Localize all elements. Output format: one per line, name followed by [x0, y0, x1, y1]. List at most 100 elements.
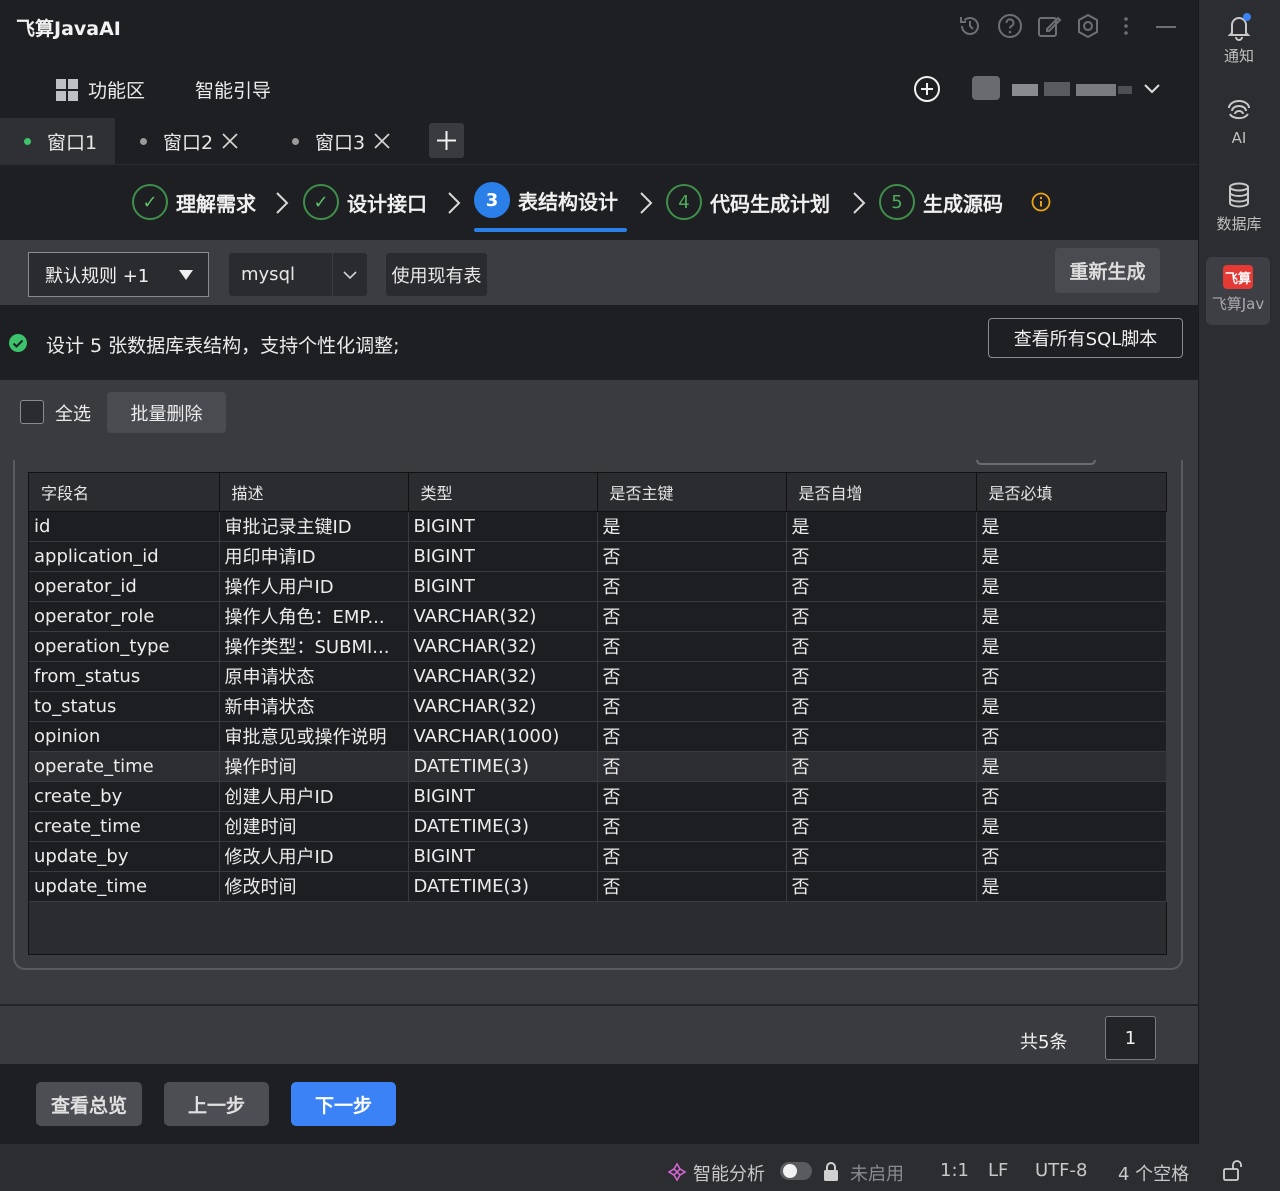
step-design-interface[interactable]: ✓ 设计接口 — [303, 182, 427, 222]
table-cell[interactable]: VARCHAR(32) — [408, 661, 598, 692]
table-cell[interactable]: 修改人用户ID — [219, 841, 409, 872]
table-cell[interactable]: 否 — [597, 751, 787, 782]
table-row[interactable]: application_id 用印申请ID BIGINT 否否是 — [29, 541, 1167, 572]
table-cell[interactable]: 否 — [597, 631, 787, 662]
regenerate-button[interactable]: 重新生成 — [1055, 248, 1160, 293]
column-header[interactable]: 类型 — [408, 473, 598, 512]
table-cell[interactable]: 否 — [976, 721, 1167, 752]
add-circle-icon[interactable] — [912, 74, 942, 104]
column-header[interactable]: 是否必填 — [976, 473, 1167, 512]
table-cell[interactable]: 否 — [976, 841, 1167, 872]
table-cell[interactable]: BIGINT — [408, 781, 598, 812]
minimize-icon[interactable] — [1154, 12, 1182, 40]
table-row[interactable]: create_by 创建人用户ID BIGINT 否否否 — [29, 781, 1167, 812]
table-cell[interactable]: 否 — [597, 601, 787, 632]
table-cell[interactable]: 用印申请ID — [219, 541, 409, 572]
table-cell[interactable]: to_status — [29, 691, 220, 722]
table-cell[interactable]: 否 — [786, 661, 977, 692]
sidebar-item-notify[interactable]: 通知 — [1198, 12, 1280, 66]
table-cell[interactable]: 否 — [597, 841, 787, 872]
table-cell[interactable]: operator_id — [29, 571, 220, 602]
table-cell[interactable]: 否 — [786, 721, 977, 752]
table-cell[interactable]: 是 — [786, 511, 977, 542]
toggle-switch[interactable] — [779, 1160, 813, 1182]
table-cell[interactable]: create_time — [29, 811, 220, 842]
table-cell[interactable]: update_by — [29, 841, 220, 872]
table-cell[interactable]: VARCHAR(32) — [408, 691, 598, 722]
table-cell[interactable]: VARCHAR(1000) — [408, 721, 598, 752]
table-cell[interactable]: BIGINT — [408, 571, 598, 602]
sidebar-item-database[interactable]: 数据库 — [1198, 180, 1280, 234]
table-cell[interactable]: 否 — [597, 781, 787, 812]
step-table-structure-design[interactable]: 3 表结构设计 — [474, 180, 618, 220]
table-row[interactable]: create_time 创建时间 DATETIME(3) 否否是 — [29, 811, 1167, 842]
table-cell[interactable]: 否 — [597, 721, 787, 752]
table-cell[interactable]: 否 — [597, 871, 787, 902]
table-cell[interactable]: 否 — [976, 781, 1167, 812]
table-cell[interactable]: 否 — [597, 541, 787, 572]
table-row[interactable]: operator_role 操作人角色：EMP... VARCHAR(32) 否否是 — [29, 601, 1167, 632]
column-header[interactable]: 是否主键 — [597, 473, 787, 512]
next-step-button[interactable]: 下一步 — [291, 1082, 396, 1126]
smart-guide-button[interactable]: 智能引导 — [195, 76, 271, 103]
table-cell[interactable]: 否 — [786, 631, 977, 662]
table-cell[interactable]: from_status — [29, 661, 220, 692]
table-row[interactable]: opinion 审批意见或操作说明 VARCHAR(1000) 否否否 — [29, 721, 1167, 752]
edit-icon[interactable] — [1035, 12, 1063, 40]
table-cell[interactable]: 否 — [976, 661, 1167, 692]
table-cell[interactable]: id — [29, 511, 220, 542]
table-cell[interactable]: 操作人角色：EMP... — [219, 601, 409, 632]
use-existing-table-button[interactable]: 使用现有表 — [386, 253, 487, 296]
table-cell[interactable]: 是 — [976, 511, 1167, 542]
table-cell[interactable]: create_by — [29, 781, 220, 812]
table-cell[interactable]: 操作时间 — [219, 751, 409, 782]
table-row[interactable]: to_status 新申请状态 VARCHAR(32) 否否是 — [29, 691, 1167, 722]
page-number-input[interactable]: 1 — [1105, 1016, 1156, 1060]
user-account-blurred[interactable] — [972, 76, 1134, 100]
table-cell[interactable]: 是 — [976, 571, 1167, 602]
batch-delete-button[interactable]: 批量删除 — [107, 392, 226, 433]
table-cell[interactable]: 新申请状态 — [219, 691, 409, 722]
table-cell[interactable]: BIGINT — [408, 511, 598, 542]
table-cell[interactable]: 否 — [786, 841, 977, 872]
table-cell[interactable]: 否 — [786, 601, 977, 632]
column-header[interactable]: 字段名 — [29, 473, 220, 512]
table-row[interactable]: operate_time 操作时间 DATETIME(3) 否否是 — [29, 751, 1167, 782]
table-cell[interactable]: 否 — [786, 751, 977, 782]
cursor-position[interactable]: 1:1 — [940, 1160, 969, 1181]
history-icon[interactable] — [956, 12, 984, 40]
table-cell[interactable]: 是 — [976, 871, 1167, 902]
table-cell[interactable]: operation_type — [29, 631, 220, 662]
table-cell[interactable]: 创建人用户ID — [219, 781, 409, 812]
table-cell[interactable]: 审批记录主键ID — [219, 511, 409, 542]
column-header[interactable]: 是否自增 — [786, 473, 977, 512]
table-cell[interactable]: 否 — [597, 661, 787, 692]
sidebar-item-ai[interactable]: AI — [1198, 96, 1280, 147]
add-tab-button[interactable] — [429, 123, 464, 158]
more-icon[interactable] — [1116, 12, 1144, 40]
file-encoding[interactable]: UTF-8 — [1035, 1160, 1087, 1181]
table-cell[interactable]: 创建时间 — [219, 811, 409, 842]
step-code-generation-plan[interactable]: 4 代码生成计划 — [666, 182, 830, 222]
table-cell[interactable]: 是 — [976, 541, 1167, 572]
table-cell[interactable]: 否 — [786, 811, 977, 842]
table-cell[interactable]: 操作人用户ID — [219, 571, 409, 602]
table-cell[interactable]: BIGINT — [408, 541, 598, 572]
table-cell[interactable]: DATETIME(3) — [408, 751, 598, 782]
rule-select[interactable]: 默认规则 +1 — [28, 252, 209, 297]
table-cell[interactable]: 操作类型：SUBMI... — [219, 631, 409, 662]
close-icon[interactable] — [221, 132, 239, 150]
info-icon[interactable] — [1031, 192, 1051, 212]
table-cell[interactable]: DATETIME(3) — [408, 871, 598, 902]
table-row[interactable]: id 审批记录主键ID BIGINT 是是是 — [29, 511, 1167, 542]
table-cell[interactable]: VARCHAR(32) — [408, 631, 598, 662]
table-cell[interactable]: application_id — [29, 541, 220, 572]
table-cell[interactable]: 是 — [976, 811, 1167, 842]
table-cell[interactable]: update_time — [29, 871, 220, 902]
tab-window-2[interactable]: 窗口2 — [140, 118, 239, 164]
step-generate-source[interactable]: 5 生成源码 — [879, 182, 1003, 222]
table-cell[interactable]: 原申请状态 — [219, 661, 409, 692]
select-all-checkbox[interactable] — [20, 400, 44, 424]
tab-window-1[interactable]: 窗口1 — [0, 118, 115, 164]
sidebar-item-feisuan[interactable]: 飞算 飞算Jav — [1206, 257, 1270, 325]
